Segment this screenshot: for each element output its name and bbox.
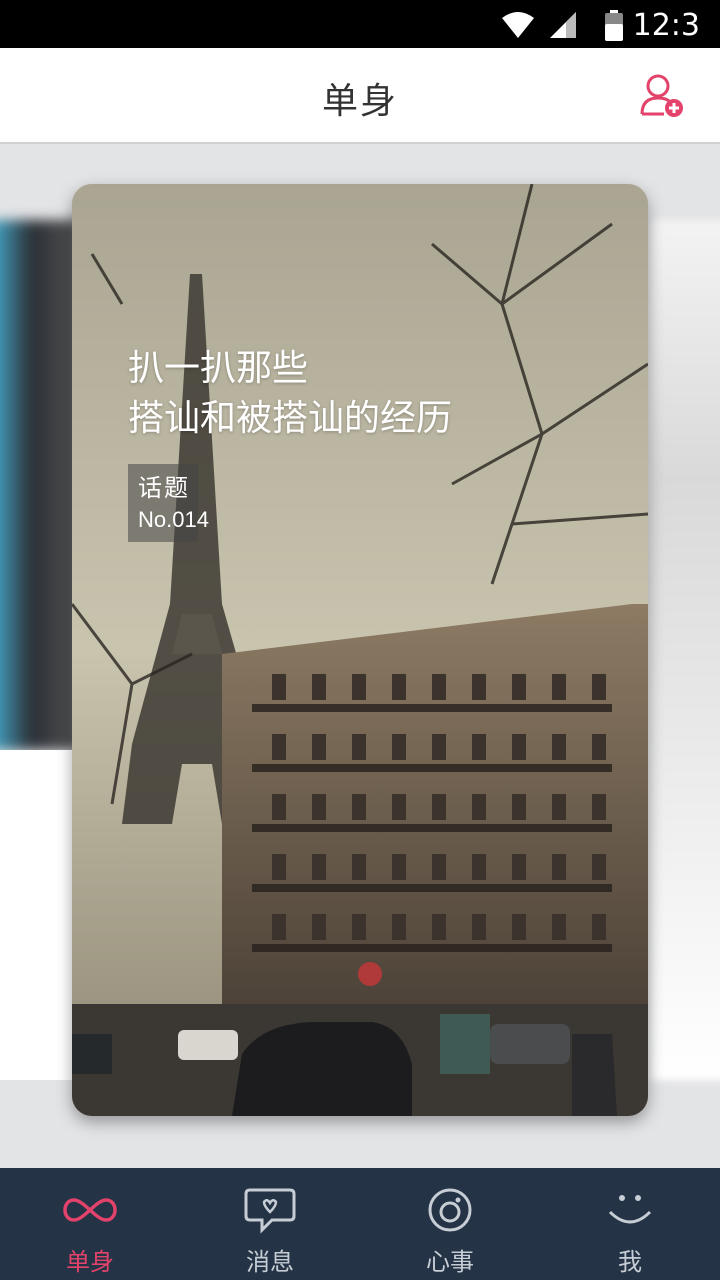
status-bar: 12:3 — [0, 0, 720, 48]
nav-tab-me[interactable]: 我 — [540, 1168, 720, 1280]
topic-badge-label: 话题 — [138, 474, 190, 502]
nav-tab-messages[interactable]: 消息 — [180, 1168, 360, 1280]
previous-card-footer — [0, 750, 80, 1080]
topic-badge: 话题 No.014 — [128, 464, 209, 542]
topic-title-line2: 搭讪和被搭讪的经历 — [128, 398, 453, 439]
topic-title-line1: 扒一扒那些 — [128, 348, 309, 389]
card-carousel[interactable]: 扒一扒那些 搭讪和被搭讪的经历 话题 No.014 — [0, 144, 720, 1168]
add-user-button[interactable] — [638, 72, 686, 120]
previous-card-peek[interactable] — [0, 220, 80, 750]
status-time: 12:3 — [632, 8, 700, 43]
battery-icon — [605, 10, 623, 41]
topic-card[interactable]: 扒一扒那些 搭讪和被搭讪的经历 话题 No.014 — [72, 184, 648, 1116]
chat-bubble-icon — [244, 1188, 296, 1234]
smile-icon — [608, 1195, 652, 1224]
signal-icon — [550, 12, 576, 38]
topic-badge-number: No.014 — [138, 507, 209, 532]
app-header: 单身 — [0, 48, 720, 144]
wifi-icon — [502, 12, 534, 38]
add-user-icon — [640, 74, 683, 117]
nav-tab-single[interactable]: 单身 — [0, 1168, 180, 1280]
page-title: 单身 — [321, 81, 398, 122]
paris-street-photo — [72, 184, 648, 1116]
bottom-nav: 单身 消息 心事 我 — [0, 1168, 720, 1280]
nav-tab-heart-matters-label: 心事 — [426, 1248, 474, 1276]
nav-tab-messages-label: 消息 — [246, 1248, 294, 1276]
nav-tab-me-label: 我 — [618, 1248, 642, 1276]
next-card-peek[interactable] — [650, 220, 720, 1080]
target-icon — [428, 1188, 472, 1232]
nav-tab-heart-matters[interactable]: 心事 — [360, 1168, 540, 1280]
nav-tab-single-label: 单身 — [66, 1248, 114, 1276]
topic-title: 扒一扒那些 搭讪和被搭讪的经历 — [128, 344, 452, 444]
infinity-icon — [63, 1198, 117, 1222]
